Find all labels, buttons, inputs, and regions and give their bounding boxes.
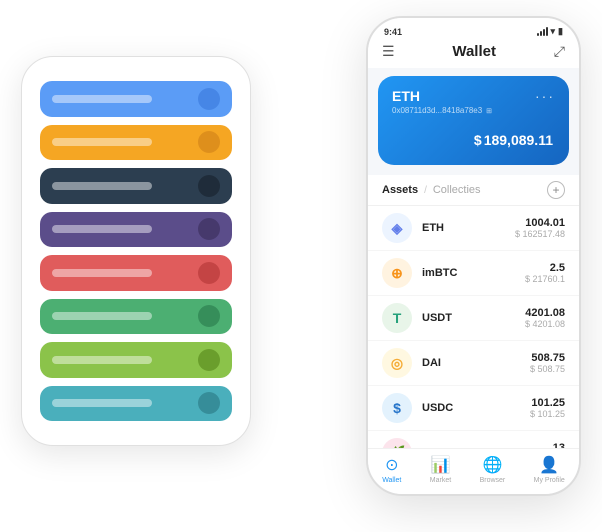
wallet-card-light-green-card[interactable] — [40, 342, 232, 378]
asset-row-eth[interactable]: ◈ ETH 1004.01$ 162517.48 — [368, 206, 579, 251]
asset-row-dai[interactable]: ◎ DAI 508.75$ 508.75 — [368, 341, 579, 386]
asset-icon-imbtc: ⊕ — [382, 258, 412, 288]
nav-icon-wallet: ⊙ — [385, 455, 398, 475]
eth-card-menu[interactable]: ··· — [535, 88, 555, 104]
asset-icon-tft: 🌿 — [382, 438, 412, 448]
assets-tabs: Assets / Collecties — [382, 184, 481, 196]
asset-row-usdc[interactable]: $ USDC 101.25$ 101.25 — [368, 386, 579, 431]
add-asset-button[interactable]: + — [547, 181, 565, 199]
asset-list: ◈ ETH 1004.01$ 162517.48 ⊕ imBTC 2.5$ 21760.1… — [368, 206, 579, 448]
nav-item-browser[interactable]: 🌐 Browser — [480, 455, 506, 484]
nav-icon-browser: 🌐 — [482, 455, 502, 475]
nav-label-profile: My Profile — [534, 477, 565, 484]
tab-divider: / — [424, 185, 427, 196]
asset-amount-usdc: 101.25 — [530, 397, 565, 409]
nav-item-market[interactable]: 📊 Market — [430, 455, 451, 484]
expand-icon[interactable]: ⤢ — [554, 43, 565, 60]
eth-card-header: ETH ··· — [392, 88, 555, 104]
wifi-icon: ▾ — [551, 26, 556, 37]
wallet-card-dark-card[interactable] — [40, 168, 232, 204]
scene: 9:41 ▾ ▮ ☰ Wallet ⤢ ETH — [21, 16, 581, 516]
assets-header: Assets / Collecties + — [368, 175, 579, 206]
wallet-card-green-card[interactable] — [40, 299, 232, 335]
asset-name-usdt: USDT — [422, 312, 515, 324]
tab-assets[interactable]: Assets — [382, 184, 418, 196]
tab-collecties[interactable]: Collecties — [433, 184, 481, 196]
asset-usd-eth: $ 162517.48 — [515, 229, 565, 239]
nav-label-market: Market — [430, 477, 451, 484]
bottom-nav: ⊙ Wallet 📊 Market 🌐 Browser 👤 My Profile — [368, 448, 579, 494]
phone-back — [21, 56, 251, 446]
phone-front: 9:41 ▾ ▮ ☰ Wallet ⤢ ETH — [366, 16, 581, 496]
wallet-card-blue2-card[interactable] — [40, 386, 232, 422]
wallet-card-red-card[interactable] — [40, 255, 232, 291]
status-icons: ▾ ▮ — [537, 26, 563, 37]
asset-amount-eth: 1004.01 — [515, 217, 565, 229]
nav-label-browser: Browser — [480, 477, 506, 484]
asset-amount-dai: 508.75 — [530, 352, 565, 364]
phone-scroll: ETH ··· 0x08711d3d...8418a78e3 ⊞ $189,08… — [368, 68, 579, 448]
asset-usd-imbtc: $ 21760.1 — [525, 274, 565, 284]
asset-amount-usdt: 4201.08 — [525, 307, 565, 319]
wallet-card-orange-card[interactable] — [40, 125, 232, 161]
eth-hero-card[interactable]: ETH ··· 0x08711d3d...8418a78e3 ⊞ $189,08… — [378, 76, 569, 165]
nav-item-profile[interactable]: 👤 My Profile — [534, 455, 565, 484]
header-title: Wallet — [395, 43, 554, 60]
asset-amount-imbtc: 2.5 — [525, 262, 565, 274]
time-display: 9:41 — [384, 27, 402, 37]
eth-card-amount: $189,089.11 — [392, 125, 555, 151]
asset-name-eth: ETH — [422, 222, 505, 234]
asset-name-imbtc: imBTC — [422, 267, 515, 279]
asset-icon-usdt: T — [382, 303, 412, 333]
battery-icon: ▮ — [558, 26, 563, 37]
signal-icon — [537, 27, 548, 36]
asset-usd-usdc: $ 101.25 — [530, 409, 565, 419]
menu-icon[interactable]: ☰ — [382, 43, 395, 60]
asset-row-imbtc[interactable]: ⊕ imBTC 2.5$ 21760.1 — [368, 251, 579, 296]
eth-card-name: ETH — [392, 88, 420, 104]
eth-amount-value: 189,089.11 — [484, 132, 553, 148]
asset-icon-dai: ◎ — [382, 348, 412, 378]
phone-header: ☰ Wallet ⤢ — [368, 39, 579, 68]
nav-icon-market: 📊 — [431, 455, 451, 475]
eth-currency-symbol: $ — [474, 132, 482, 148]
status-bar: 9:41 ▾ ▮ — [368, 18, 579, 39]
nav-icon-profile: 👤 — [539, 455, 559, 475]
asset-row-usdt[interactable]: T USDT 4201.08$ 4201.08 — [368, 296, 579, 341]
eth-address-text: 0x08711d3d...8418a78e3 — [392, 106, 482, 115]
nav-item-wallet[interactable]: ⊙ Wallet — [382, 455, 401, 484]
eth-address-copy-icon: ⊞ — [486, 107, 492, 115]
asset-icon-usdc: $ — [382, 393, 412, 423]
nav-label-wallet: Wallet — [382, 477, 401, 484]
eth-card-address: 0x08711d3d...8418a78e3 ⊞ — [392, 106, 555, 115]
asset-usd-usdt: $ 4201.08 — [525, 319, 565, 329]
asset-name-usdc: USDC — [422, 402, 520, 414]
asset-icon-eth: ◈ — [382, 213, 412, 243]
wallet-card-purple-card[interactable] — [40, 212, 232, 248]
asset-name-dai: DAI — [422, 357, 520, 369]
asset-row-tft[interactable]: 🌿TFT130 — [368, 431, 579, 448]
asset-usd-dai: $ 508.75 — [530, 364, 565, 374]
wallet-card-blue-card[interactable] — [40, 81, 232, 117]
